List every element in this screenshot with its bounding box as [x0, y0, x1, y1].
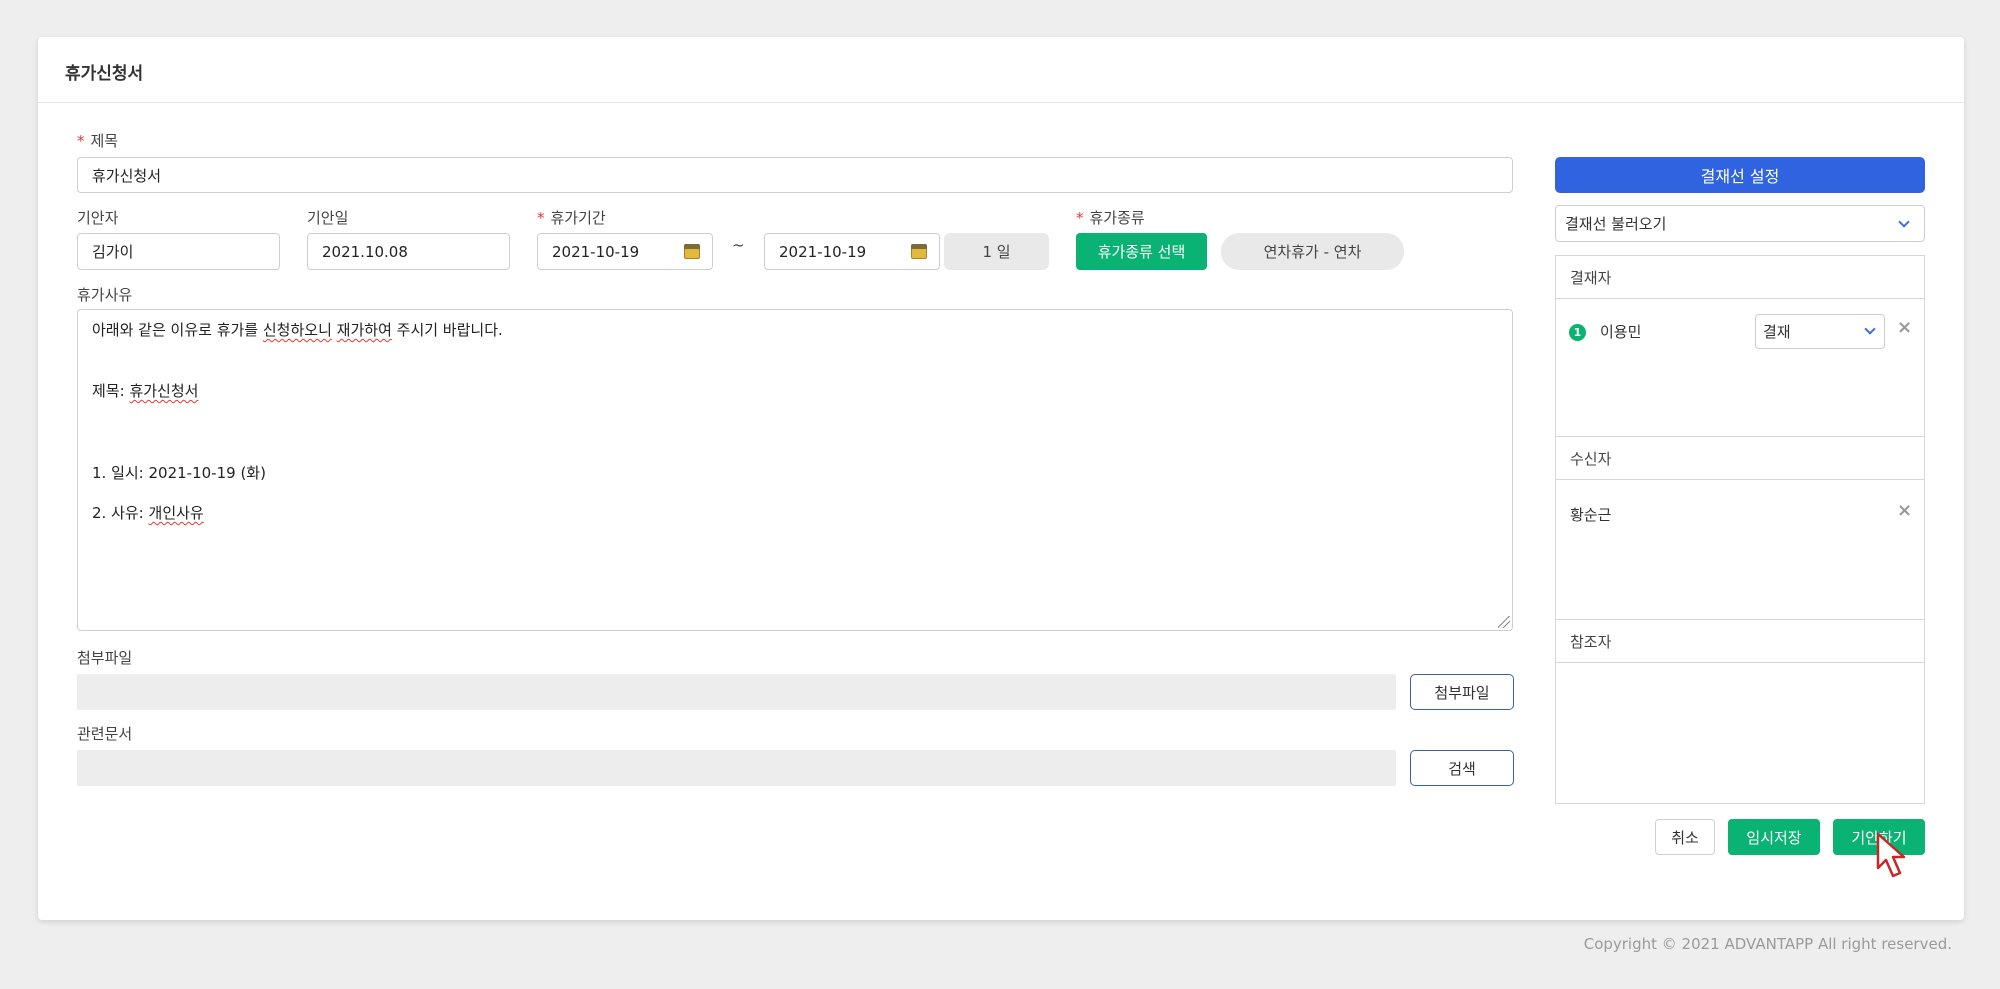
approver-name: 이용민	[1600, 323, 1642, 341]
receiver-name: 황순근	[1570, 506, 1612, 524]
reason-line: 2. 사유: 개인사유	[92, 504, 204, 522]
reason-line: 아래와 같은 이유로 휴가를 신청하오니 재가하여 주시기 바랍니다.	[92, 321, 503, 339]
card-header: 휴가신청서	[38, 37, 1964, 103]
approver-header: 결재자	[1556, 256, 1924, 299]
attach-file-button[interactable]: 첨부파일	[1410, 674, 1514, 710]
related-doc-field	[77, 750, 1396, 786]
attachment-field	[77, 674, 1396, 710]
attachment-label: 첨부파일	[77, 649, 133, 667]
period-days-badge: 1 일	[944, 233, 1049, 270]
approver-list: 1 이용민 결재 ×	[1556, 299, 1924, 437]
period-start-input[interactable]: 2021-10-19	[537, 233, 713, 270]
receiver-header: 수신자	[1556, 437, 1924, 480]
reference-header: 참조자	[1556, 620, 1924, 663]
chevron-down-icon	[1898, 216, 1910, 228]
chevron-down-icon	[1864, 323, 1876, 335]
load-approval-line-select[interactable]: 결재선 불러오기	[1555, 205, 1925, 242]
resize-handle-icon[interactable]	[1498, 616, 1510, 628]
leave-type-label: * 휴가종류	[1076, 209, 1145, 227]
related-doc-label: 관련문서	[77, 725, 133, 743]
calendar-icon[interactable]	[684, 244, 700, 259]
reason-textarea[interactable]: 아래와 같은 이유로 휴가를 신청하오니 재가하여 주시기 바랍니다. 제목: …	[77, 309, 1513, 631]
leave-type-value: 연차휴가 - 연차	[1221, 233, 1404, 270]
set-approval-line-button[interactable]: 결재선 설정	[1555, 157, 1925, 193]
leave-request-card: 휴가신청서 * 제목 휴가신청서 기안자 김가이 기안일 2021.10.08 *…	[38, 37, 1964, 920]
copyright-text: Copyright © 2021 ADVANTAPP All right res…	[1583, 935, 1952, 953]
approval-panel: 결재자 1 이용민 결재 × 수신자 황순근 × 참조자	[1555, 255, 1925, 804]
title-label: * 제목	[77, 132, 119, 150]
select-leave-type-button[interactable]: 휴가종류 선택	[1076, 233, 1207, 270]
drafter-label: 기안자	[77, 209, 119, 227]
receiver-list: 황순근 ×	[1556, 480, 1924, 620]
hand-cursor-icon	[1876, 832, 1906, 878]
title-input[interactable]: 휴가신청서	[77, 157, 1513, 193]
drafter-input[interactable]: 김가이	[77, 233, 280, 270]
temp-save-button[interactable]: 임시저장	[1728, 819, 1820, 855]
reason-label: 휴가사유	[77, 286, 133, 304]
remove-approver-close-icon[interactable]: ×	[1897, 317, 1912, 338]
page-title: 휴가신청서	[65, 64, 144, 84]
period-end-input[interactable]: 2021-10-19	[764, 233, 940, 270]
search-related-doc-button[interactable]: 검색	[1410, 750, 1514, 786]
reference-list	[1556, 663, 1924, 803]
calendar-icon[interactable]	[911, 244, 927, 259]
reason-line: 제목: 휴가신청서	[92, 382, 199, 400]
draft-date-label: 기안일	[307, 209, 349, 227]
approver-role-select[interactable]: 결재	[1755, 314, 1885, 349]
cancel-button[interactable]: 취소	[1655, 819, 1715, 855]
remove-receiver-close-icon[interactable]: ×	[1897, 500, 1912, 521]
period-label: * 휴가기간	[537, 209, 606, 227]
approver-order-badge: 1	[1569, 324, 1586, 341]
reason-line: 1. 일시: 2021-10-19 (화)	[92, 464, 266, 482]
period-tilde: ~	[732, 236, 745, 254]
draft-date-input[interactable]: 2021.10.08	[307, 233, 510, 270]
